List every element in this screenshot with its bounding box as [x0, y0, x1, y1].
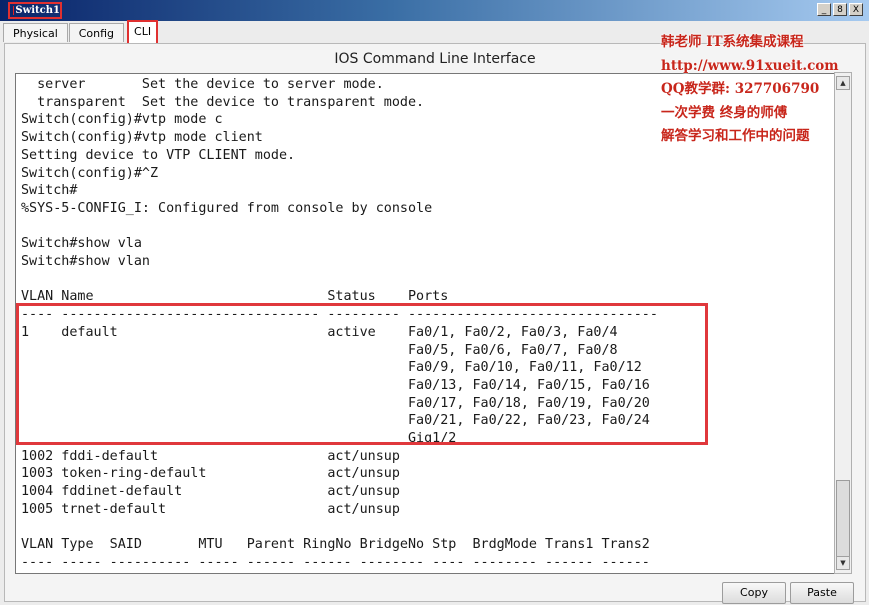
window-titlebar: Switch1 _ 8 X	[0, 0, 869, 21]
window-title-box: Switch1	[8, 2, 62, 19]
terminal-line: Switch(config)#vtp mode c	[21, 112, 223, 128]
scroll-thumb[interactable]	[836, 480, 850, 558]
overlay-line: http://www.91xueit.com	[661, 57, 839, 74]
terminal-line: Setting device to VTP CLIENT mode.	[21, 147, 296, 163]
terminal-line: 1004 fddinet-default act/unsup	[21, 484, 400, 500]
terminal-line: Fa0/13, Fa0/14, Fa0/15, Fa0/16	[21, 377, 650, 393]
terminal-line: 1 default active Fa0/1, Fa0/2, Fa0/3, Fa…	[21, 324, 618, 340]
close-button[interactable]: X	[849, 3, 863, 16]
terminal-line: transparent Set the device to transparen…	[21, 94, 425, 110]
terminal-line: ---- ----- ---------- ----- ------ -----…	[21, 554, 650, 570]
tab-physical[interactable]: Physical	[3, 23, 68, 42]
terminal-line: 1002 fddi-default act/unsup	[21, 448, 400, 464]
terminal-line: Switch#show vlan	[21, 254, 150, 269]
terminal-line: Switch(config)#^Z	[21, 165, 159, 181]
terminal-line: Switch#show vla	[21, 236, 142, 252]
overlay-line: 解答学习和工作中的问题	[661, 128, 810, 144]
terminal-line: Fa0/21, Fa0/22, Fa0/23, Fa0/24	[21, 413, 650, 429]
tab-cli[interactable]: CLI	[127, 20, 159, 45]
terminal-line: Switch(config)#vtp mode client	[21, 130, 263, 146]
minimize-button[interactable]: _	[817, 3, 831, 16]
terminal-line: 1005 trnet-default act/unsup	[21, 501, 400, 517]
terminal-line: Gig1/2	[21, 431, 457, 446]
terminal-line: Fa0/17, Fa0/18, Fa0/19, Fa0/20	[21, 395, 650, 411]
maximize-button[interactable]: 8	[833, 3, 847, 16]
window-controls: _ 8 X	[817, 3, 863, 16]
watermark-overlay: 韩老师 IT系统集成课程 http://www.91xueit.com QQ教学…	[661, 31, 861, 149]
terminal-line: server Set the device to server mode.	[21, 77, 384, 92]
scroll-down-icon[interactable]: ▼	[836, 556, 850, 570]
overlay-line: 一次学费 终身的师傅	[661, 104, 788, 121]
window-title: Switch1	[15, 5, 60, 16]
terminal-line: ---- -------------------------------- --…	[21, 307, 658, 323]
terminal-line: VLAN Type SAID MTU Parent RingNo BridgeN…	[21, 537, 650, 553]
terminal-line: VLAN Name Status Ports	[21, 289, 449, 305]
terminal-line: Fa0/9, Fa0/10, Fa0/11, Fa0/12	[21, 360, 642, 376]
copy-button[interactable]: Copy	[722, 582, 786, 604]
tab-bar: Physical Config CLI	[3, 20, 159, 45]
terminal-line: Switch#	[21, 183, 78, 199]
tab-config[interactable]: Config	[68, 23, 125, 42]
paste-button[interactable]: Paste	[790, 582, 854, 604]
terminal-line: 1003 token-ring-default act/unsup	[21, 466, 400, 482]
terminal-line: %SYS-5-CONFIG_I: Configured from console…	[21, 200, 433, 216]
overlay-line: 韩老师 IT系统集成课程	[661, 34, 804, 50]
overlay-line: QQ教学群: 327706790	[661, 81, 820, 97]
terminal-line: Fa0/5, Fa0/6, Fa0/7, Fa0/8	[21, 342, 618, 358]
